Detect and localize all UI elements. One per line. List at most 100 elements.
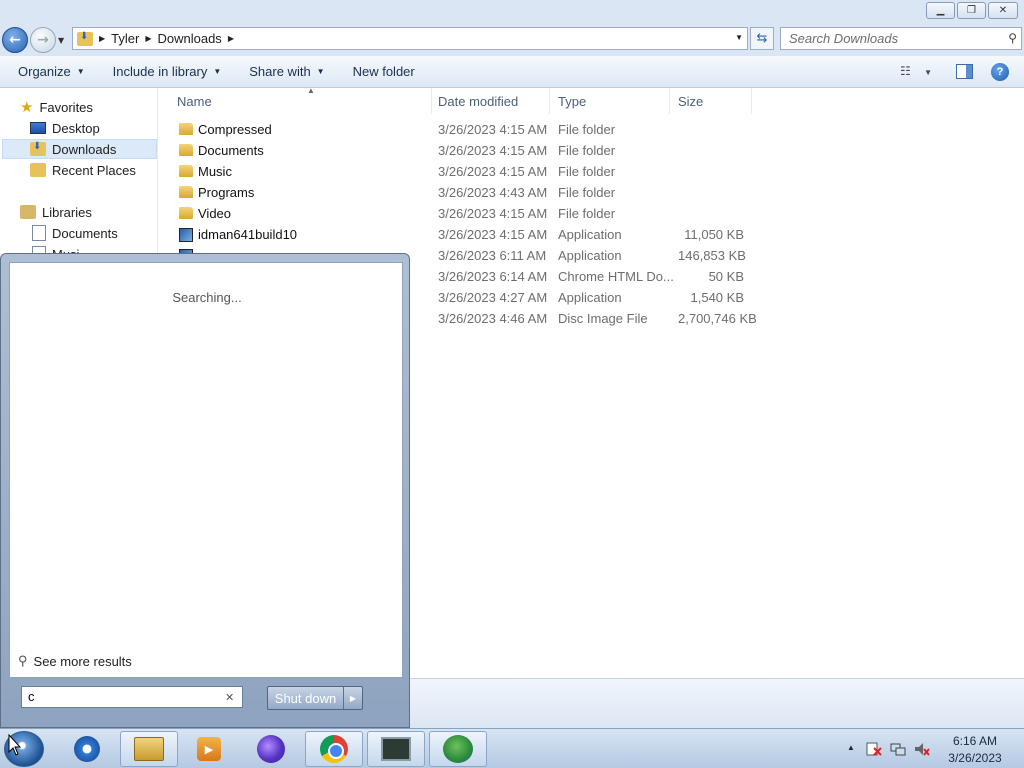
column-header-name[interactable]: Name ▲ (169, 86, 432, 114)
file-date-modified: 3/26/2023 4:27 AM (438, 290, 548, 305)
file-date-modified: 3/26/2023 4:15 AM (438, 143, 548, 158)
column-header-type[interactable]: Type (550, 88, 670, 114)
notification-area: ▲ 6:16 AM 3/26/2023 (840, 729, 1024, 768)
star-icon: ★ (20, 99, 34, 116)
clock-time[interactable]: 6:16 AM (940, 734, 1010, 748)
column-date-label: Date modified (438, 93, 519, 109)
close-button[interactable]: ✕ (988, 2, 1018, 19)
see-more-results-link[interactable]: ⚲ See more results (18, 653, 132, 669)
start-menu: Searching... ⚲ See more results c ✕ Shut… (0, 253, 410, 728)
volume-muted-icon[interactable] (914, 742, 930, 756)
taskbar-internet-download-manager[interactable] (429, 731, 487, 767)
file-type: File folder (558, 164, 616, 179)
file-date-modified: 3/26/2023 4:15 AM (438, 227, 548, 242)
address-bar[interactable]: ▶ Tyler ▶ Downloads ▶ ▼ (72, 27, 748, 50)
nav-documents[interactable]: Documents (32, 223, 118, 243)
column-header-size[interactable]: Size (670, 88, 752, 114)
new-folder-label: New folder (352, 64, 415, 79)
file-name: Compressed (198, 122, 272, 137)
file-type: Application (558, 290, 622, 305)
nav-recent-places-label: Recent Places (52, 162, 136, 178)
folder-icon (179, 165, 193, 177)
file-type: Disc Image File (558, 311, 648, 326)
column-name-label: Name (177, 93, 212, 109)
chevron-right-icon[interactable]: ▶ (228, 34, 234, 43)
file-row[interactable]: Music 3/26/2023 4:15 AM File folder (159, 161, 759, 182)
back-button[interactable]: ← (2, 27, 28, 53)
shut-down-button[interactable]: Shut down ▶ (267, 686, 363, 710)
breadcrumb-downloads[interactable]: Downloads (157, 31, 221, 46)
file-row[interactable]: idman641build10 3/26/2023 4:15 AM Applicat… (159, 224, 759, 245)
file-type: File folder (558, 185, 616, 200)
chevron-right-icon[interactable]: ▶ (145, 34, 151, 43)
chevron-right-icon[interactable]: ▶ (99, 34, 105, 43)
nav-downloads[interactable]: Downloads (2, 139, 157, 159)
network-icon[interactable] (890, 742, 906, 756)
file-type: File folder (558, 122, 616, 137)
file-type: File folder (558, 206, 616, 221)
file-date-modified: 3/26/2023 4:15 AM (438, 206, 548, 221)
share-with-label: Share with (249, 64, 311, 79)
title-bar[interactable]: ▁ ❐ ✕ (0, 0, 1024, 24)
new-folder-button[interactable]: New folder (339, 64, 429, 79)
file-date-modified: 3/26/2023 4:15 AM (438, 122, 548, 137)
refresh-button[interactable]: ⇆ (750, 27, 774, 50)
navigation-bar: ← → ▼ ▶ Tyler ▶ Downloads ▶ ▼ ⇆ Search D… (0, 24, 1024, 56)
file-name: idman641build10 (198, 227, 298, 242)
shut-down-label: Shut down (268, 687, 344, 709)
restore-button[interactable]: ❐ (957, 2, 986, 19)
include-in-library-button[interactable]: Include in library ▼ (99, 64, 236, 79)
taskbar-media-player[interactable]: ▶ (180, 731, 238, 767)
organize-button[interactable]: Organize ▼ (4, 64, 99, 79)
nav-favorites-label: Favorites (39, 99, 93, 115)
organize-label: Organize (18, 64, 71, 79)
nav-desktop[interactable]: Desktop (30, 118, 100, 138)
nav-libraries-label: Libraries (42, 204, 92, 220)
search-icon[interactable]: ⚲ (1008, 31, 1017, 45)
taskbar-firefox[interactable] (242, 731, 300, 767)
taskbar-task-manager[interactable] (367, 731, 425, 767)
nav-favorites[interactable]: ★ Favorites (20, 97, 93, 117)
minimize-button[interactable]: ▁ (926, 2, 955, 19)
file-row[interactable]: Compressed 3/26/2023 4:15 AM File folder (159, 119, 759, 140)
column-header-date[interactable]: Date modified (430, 88, 550, 114)
folder-icon (179, 144, 193, 156)
recent-pages-dropdown-icon[interactable]: ▼ (58, 36, 64, 45)
file-type: Application (558, 248, 622, 263)
breadcrumb-tyler[interactable]: Tyler (111, 31, 139, 46)
search-input[interactable]: Search Downloads ⚲ (780, 27, 1022, 50)
firefox-icon (257, 735, 285, 763)
action-center-icon[interactable] (866, 742, 882, 756)
start-search-input[interactable]: c (21, 686, 243, 708)
file-size: 50 KB (708, 269, 744, 284)
windows-explorer-icon (134, 737, 164, 761)
help-button[interactable]: ? (991, 63, 1009, 81)
file-row[interactable]: Programs 3/26/2023 4:43 AM File folder (159, 182, 759, 203)
preview-pane-button[interactable] (956, 64, 973, 79)
taskbar-chrome[interactable] (305, 731, 363, 767)
change-view-button[interactable]: ☷ ▼ (900, 64, 932, 78)
file-row[interactable]: Documents 3/26/2023 4:15 AM File folder (159, 140, 759, 161)
file-type: File folder (558, 143, 616, 158)
sort-ascending-icon: ▲ (307, 86, 315, 95)
folder-icon (179, 123, 193, 135)
file-date-modified: 3/26/2023 4:46 AM (438, 311, 548, 326)
file-size: 1,540 KB (690, 290, 745, 305)
file-row[interactable]: Video 3/26/2023 4:15 AM File folder (159, 203, 759, 224)
desktop-icon (30, 122, 46, 134)
nav-libraries[interactable]: Libraries (20, 202, 92, 222)
address-history-dropdown-icon[interactable]: ▼ (735, 33, 743, 42)
shutdown-options-arrow-icon[interactable]: ▶ (344, 687, 362, 709)
forward-button[interactable]: → (30, 27, 56, 53)
clear-search-icon[interactable]: ✕ (225, 691, 234, 704)
taskbar-internet-explorer[interactable] (58, 731, 116, 767)
nav-recent-places[interactable]: Recent Places (30, 160, 136, 180)
command-bar: Organize ▼ Include in library ▼ Share with… (0, 56, 1024, 88)
internet-explorer-icon (74, 736, 100, 762)
share-with-button[interactable]: Share with ▼ (235, 64, 338, 79)
taskbar-windows-explorer[interactable] (120, 731, 178, 767)
show-hidden-icons-icon[interactable]: ▲ (847, 743, 855, 752)
search-results-pane: Searching... ⚲ See more results (9, 262, 403, 678)
clock-date[interactable]: 3/26/2023 (940, 751, 1010, 765)
recent-places-icon (30, 163, 46, 177)
